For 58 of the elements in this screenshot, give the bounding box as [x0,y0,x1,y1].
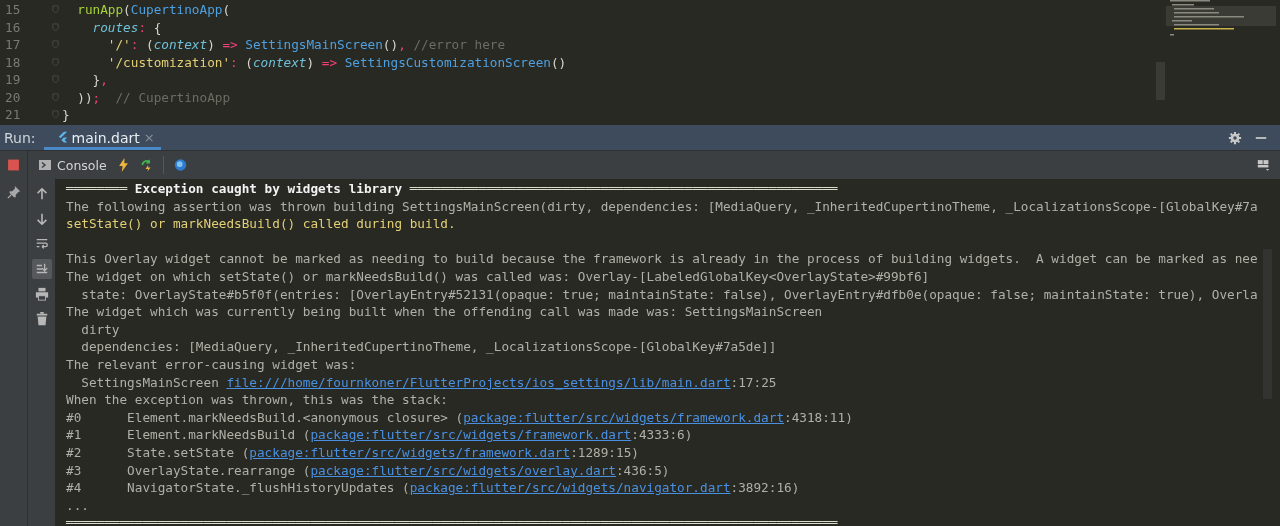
file-link[interactable]: package:flutter/src/widgets/framework.dart [249,444,571,460]
down-arrow-icon [34,212,49,226]
file-link[interactable]: package:flutter/src/widgets/overlay.dart [310,462,616,478]
console-line: The following assertion was thrown building SettingsMainScreen(dirty, dependencies: [MediaQuery, _InheritedCupertinoTheme, _LocalizationsScope-[GlobalKey#7a [66,197,1259,216]
restart-icon[interactable] [139,158,153,172]
soft-wrap-icon [34,237,49,251]
console-line: The relevant error-causing widget was: [66,355,358,374]
console-line: #0 Element.markNeedsBuild.<anonymous closure> (package:flutter/src/widgets/framework.dart:4318:11) [66,408,854,427]
line-number: 20 [5,88,22,106]
file-link[interactable]: file:///home/fournkoner/FlutterProjects/ios_settings/lib/main.dart [226,374,731,390]
code-line: '/': (context) => SettingsMainScreen(), //error here [106,36,507,54]
line-number: 15 [5,1,22,19]
line-number: 16 [5,18,22,36]
scroll-to-end-icon [34,262,49,276]
code-line: '/customization': (context) => SettingsCustomizationScreen() [106,53,567,71]
console-line: SettingsMainScreen file:///home/fournkoner/FlutterProjects/ios_settings/lib/main.dart:17:25 [80,373,778,392]
pin-icon[interactable] [6,185,21,199]
console-line: This Overlay widget cannot be marked as needing to build because the framework is already in the process of building widgets. A widget can be marked as nee [66,250,1259,268]
stop-icon[interactable] [7,158,20,172]
console-line: The widget on which setState() or markNeedsBuild() was called was: Overlay-[LabeledGlobalKey<OverlayState>#99bf6] [66,267,931,286]
console-line: The widget which was currently being built when the offending call was made was: SettingsMainScreen [66,303,824,321]
code-line: )); // CupertinoApp [76,88,232,106]
run-label: Run: [3,129,37,146]
dart-icon[interactable] [173,158,187,172]
flutter-icon [57,131,68,144]
file-link[interactable]: package:flutter/src/widgets/framework.dart [310,427,632,443]
lightning-icon[interactable] [116,158,130,172]
code-line: runApp(CupertinoApp( [76,1,232,19]
console-line: #3 OverlayState.rearrange (package:flutter/src/widgets/overlay.dart:436:5) [66,461,671,480]
settings-icon[interactable] [1228,130,1242,145]
code-line: }, [91,71,109,89]
printer-icon [34,287,49,301]
console-line: dependencies: [MediaQuery, _InheritedCupertinoTheme, _LocalizationsScope-[GlobalKey#7a5de]] [80,338,778,356]
line-number: 21 [5,106,22,124]
console-tab[interactable]: Console [39,157,107,173]
close-button[interactable]: × [143,130,155,145]
file-link[interactable]: package:flutter/src/widgets/navigator.dart [409,480,731,496]
console-line: #2 State.setState (package:flutter/src/widgets/framework.dart:1289:15) [66,443,640,462]
up-arrow-icon [34,187,49,201]
console-icon [39,159,51,171]
console-line: dirty [80,320,121,339]
code-line: } [62,106,71,124]
console-line: When the exception was thrown, this was the stack: [66,391,449,409]
console-line: #1 Element.markNeedsBuild (package:flutter/src/widgets/framework.dart:4333:6) [66,426,694,444]
console-line: ════════ Exception caught by widgets library ════════════════════════════════════════════════════════ [66,180,839,198]
console-line: setState() or markNeedsBuild() called during build. [66,215,457,233]
layout-icon[interactable] [1257,158,1270,172]
console-line: ... [66,496,90,515]
console-line: #4 NavigatorState._flushHistoryUpdates (package:flutter/src/widgets/navigator.dart:3892:16) [66,479,801,497]
code-line: routes: { [91,18,163,36]
file-link[interactable]: package:flutter/src/widgets/framework.dart [463,409,785,425]
console-line: state: OverlayState#b5f0f(entries: [OverlayEntry#52131(opaque: true; maintainState: false), OverlayEntry#dfb0e(opaque: false; maintainState: true), Overla [80,285,1259,304]
trash-icon [34,312,49,326]
line-number: 18 [5,53,22,71]
line-number: 19 [5,71,22,89]
console-line: ═════════════════════════════════════════════════════════════════════════════════════════════════════ [66,514,839,526]
scroll-end-tool-button[interactable] [31,259,52,279]
line-number: 17 [5,36,22,54]
